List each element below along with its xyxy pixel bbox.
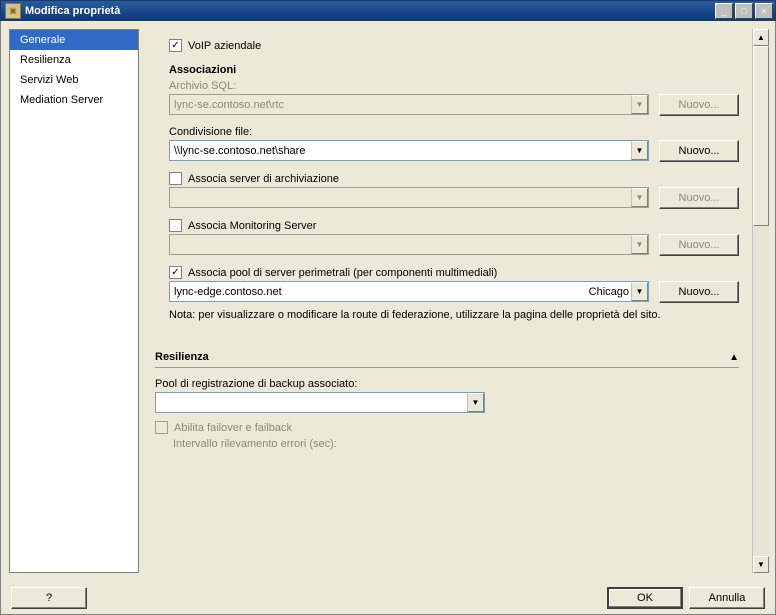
monitoring-label: Associa Monitoring Server <box>188 220 316 232</box>
interval-label: Intervallo rilevamento errori (sec): <box>173 438 745 450</box>
minimize-button[interactable]: _ <box>715 3 733 19</box>
footer-bar: ? OK Annulla <box>0 581 776 615</box>
nav-item-servizi-web[interactable]: Servizi Web <box>10 70 138 90</box>
resilienza-header: Resilienza <box>155 351 209 363</box>
chevron-down-icon[interactable]: ▼ <box>631 141 648 160</box>
chevron-down-icon[interactable]: ▼ <box>467 393 484 412</box>
fileshare-dropdown[interactable]: \\lync-se.contoso.net\share ▼ <box>169 140 649 161</box>
backup-pool-label: Pool di registrazione di backup associat… <box>155 378 739 390</box>
archiving-dropdown: ▼ <box>169 187 649 208</box>
edge-label: Associa pool di server perimetrali (per … <box>188 267 497 279</box>
chevron-down-icon: ▼ <box>631 235 648 254</box>
sql-new-button: Nuovo... <box>659 94 739 116</box>
archiving-new-button: Nuovo... <box>659 187 739 209</box>
backup-pool-dropdown[interactable]: ▼ <box>155 392 485 413</box>
failover-checkbox <box>155 421 168 434</box>
edge-checkbox[interactable]: ✓ <box>169 266 182 279</box>
scroll-thumb[interactable] <box>753 46 769 226</box>
archiving-label: Associa server di archiviazione <box>188 173 339 185</box>
archiving-checkbox[interactable] <box>169 172 182 185</box>
sql-label: Archivio SQL: <box>169 80 739 92</box>
scroll-down-button[interactable]: ▼ <box>753 556 769 573</box>
resilienza-header-row[interactable]: Resilienza ▲ <box>155 351 739 368</box>
sql-value: lync-se.contoso.net\rtc <box>174 99 631 111</box>
app-icon: ▣ <box>5 3 21 19</box>
maximize-button[interactable]: □ <box>735 3 753 19</box>
edge-new-button[interactable]: Nuovo... <box>659 281 739 303</box>
nav-item-generale[interactable]: Generale <box>10 30 138 50</box>
chevron-down-icon[interactable]: ▼ <box>631 282 648 301</box>
voip-label: VoIP aziendale <box>188 40 261 52</box>
nav-panel: Generale Resilienza Servizi Web Mediatio… <box>9 29 139 573</box>
fileshare-value: \\lync-se.contoso.net\share <box>174 145 631 157</box>
help-button[interactable]: ? <box>11 587 87 609</box>
cancel-button[interactable]: Annulla <box>689 587 765 609</box>
vertical-scrollbar[interactable]: ▲ ▼ <box>752 29 769 573</box>
nav-item-resilienza[interactable]: Resilienza <box>10 50 138 70</box>
content-panel: ✓ VoIP aziendale Associazioni Archivio S… <box>149 29 769 573</box>
scroll-up-button[interactable]: ▲ <box>753 29 769 46</box>
title-bar: ▣ Modifica proprietà _ □ × <box>0 0 776 21</box>
body-area: Generale Resilienza Servizi Web Mediatio… <box>0 21 776 581</box>
nav-item-mediation-server[interactable]: Mediation Server <box>10 90 138 110</box>
monitoring-new-button: Nuovo... <box>659 234 739 256</box>
fileshare-label: Condivisione file: <box>169 126 739 138</box>
window-title: Modifica proprietà <box>25 5 715 17</box>
edge-value: lync-edge.contoso.net <box>174 286 589 298</box>
voip-checkbox[interactable]: ✓ <box>169 39 182 52</box>
failover-label: Abilita failover e failback <box>174 422 292 434</box>
assoc-header: Associazioni <box>151 64 745 76</box>
edge-location: Chicago <box>589 286 631 298</box>
ok-button[interactable]: OK <box>607 587 683 609</box>
close-button[interactable]: × <box>755 3 773 19</box>
edge-dropdown[interactable]: lync-edge.contoso.net Chicago ▼ <box>169 281 649 302</box>
monitoring-dropdown: ▼ <box>169 234 649 255</box>
chevron-down-icon: ▼ <box>631 95 648 114</box>
collapse-icon: ▲ <box>729 352 739 363</box>
monitoring-checkbox[interactable] <box>169 219 182 232</box>
edge-note: Nota: per visualizzare o modificare la r… <box>169 309 739 321</box>
chevron-down-icon: ▼ <box>631 188 648 207</box>
sql-dropdown: lync-se.contoso.net\rtc ▼ <box>169 94 649 115</box>
fileshare-new-button[interactable]: Nuovo... <box>659 140 739 162</box>
